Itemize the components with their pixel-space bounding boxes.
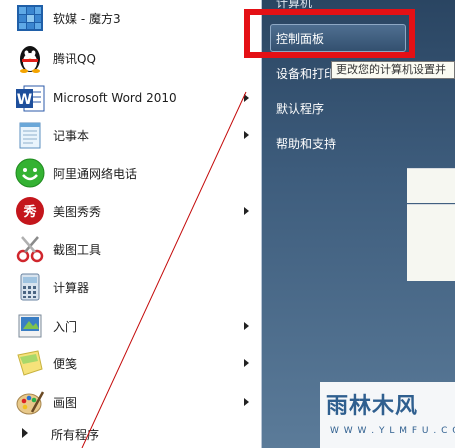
watermark-url: W W W . Y L M F U . C O M (330, 426, 455, 436)
watermark-title: 雨林木风 (326, 394, 419, 419)
annotation-line (81, 91, 247, 448)
watermark: 雨林木风 W W W . Y L M F U . C O M (320, 382, 455, 448)
